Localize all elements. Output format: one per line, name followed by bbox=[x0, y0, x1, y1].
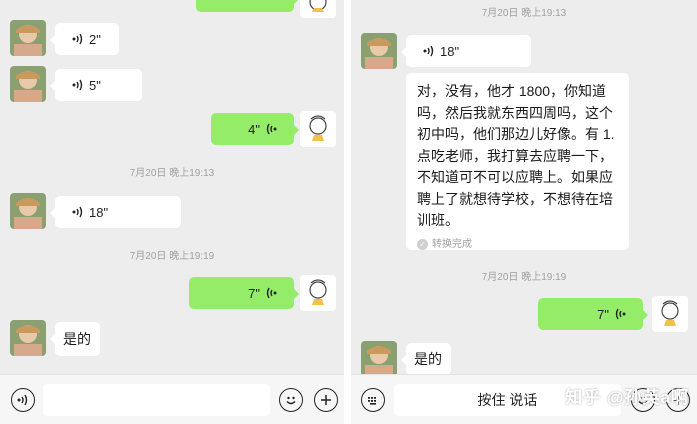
voice-message-in[interactable]: 18" bbox=[401, 35, 531, 67]
sound-wave-icon bbox=[613, 307, 627, 321]
voice-duration: 18" bbox=[440, 43, 460, 59]
voice-message-out[interactable]: 7" bbox=[538, 298, 648, 330]
voice-duration: 7" bbox=[597, 306, 609, 322]
timestamp: 7月20日 晚上19:19 bbox=[129, 251, 215, 262]
voice-message-out[interactable]: 4" bbox=[211, 113, 299, 145]
sound-wave-icon bbox=[71, 78, 85, 92]
contact-avatar[interactable] bbox=[10, 20, 46, 56]
emoji-icon[interactable] bbox=[279, 388, 303, 412]
timestamp: 7月20日 晚上19:19 bbox=[481, 272, 567, 283]
self-avatar[interactable] bbox=[300, 111, 336, 147]
message-text: 是的 bbox=[63, 331, 91, 347]
self-avatar[interactable] bbox=[300, 275, 336, 311]
voice-duration: 7" bbox=[248, 285, 260, 301]
timestamp: 7月20日 晚上19:13 bbox=[129, 168, 215, 179]
panel-divider bbox=[344, 0, 351, 424]
voice-duration: 5" bbox=[89, 77, 101, 93]
timestamp: 7月20日 晚上19:13 bbox=[481, 8, 567, 19]
chat-input-bar bbox=[0, 374, 344, 424]
sound-wave-icon bbox=[71, 32, 85, 46]
add-icon[interactable] bbox=[314, 388, 338, 412]
check-icon: ✓ bbox=[417, 239, 428, 250]
text-message-in[interactable]: 是的 bbox=[50, 322, 100, 356]
contact-avatar[interactable] bbox=[361, 33, 397, 69]
voice-message-in[interactable]: 5" bbox=[50, 69, 142, 101]
sound-wave-icon bbox=[264, 122, 278, 136]
message-text: 是的 bbox=[414, 351, 442, 367]
text-message-in[interactable]: 是的 bbox=[401, 343, 451, 375]
contact-avatar[interactable] bbox=[10, 193, 46, 229]
sound-wave-icon bbox=[422, 44, 436, 58]
sound-wave-icon bbox=[264, 286, 278, 300]
voice-transcript-box[interactable]: 对，没有，他才 1800，你知道吗，然后我就东西四周吗，这个初中吗，他们那边儿好… bbox=[406, 73, 629, 250]
conversion-status: ✓ 转换完成 bbox=[417, 234, 618, 256]
right-chat-panel: 7月20日 晚上19:13 18" 对，没有，他才 1800，你知道吗，然后我就… bbox=[351, 0, 697, 424]
voice-duration: 2" bbox=[89, 31, 101, 47]
self-avatar[interactable] bbox=[652, 296, 688, 332]
voice-message-in[interactable]: 18" bbox=[50, 196, 181, 228]
sound-wave-icon bbox=[71, 205, 85, 219]
message-input[interactable] bbox=[43, 384, 270, 416]
watermark: 知乎 @孙英a啊 bbox=[565, 388, 689, 407]
contact-avatar[interactable] bbox=[10, 320, 46, 356]
self-avatar[interactable] bbox=[300, 0, 336, 18]
contact-avatar[interactable] bbox=[10, 66, 46, 102]
left-chat-panel: 2" 5" 4" 7月20日 晚上19:13 18" 7月20日 晚上19:19 bbox=[0, 0, 344, 424]
voice-duration: 4" bbox=[248, 121, 260, 137]
contact-avatar[interactable] bbox=[361, 341, 397, 377]
voice-duration: 18" bbox=[89, 204, 109, 220]
voice-toggle-icon[interactable] bbox=[11, 388, 35, 412]
voice-message-in[interactable]: 2" bbox=[50, 23, 119, 55]
voice-message-out[interactable]: 7" bbox=[189, 277, 299, 309]
keyboard-icon[interactable] bbox=[361, 388, 385, 412]
transcript-text: 对，没有，他才 1800，你知道吗，然后我就东西四周吗，这个初中吗，他们那边儿好… bbox=[417, 83, 615, 228]
voice-message-out-partial[interactable] bbox=[196, 0, 299, 12]
